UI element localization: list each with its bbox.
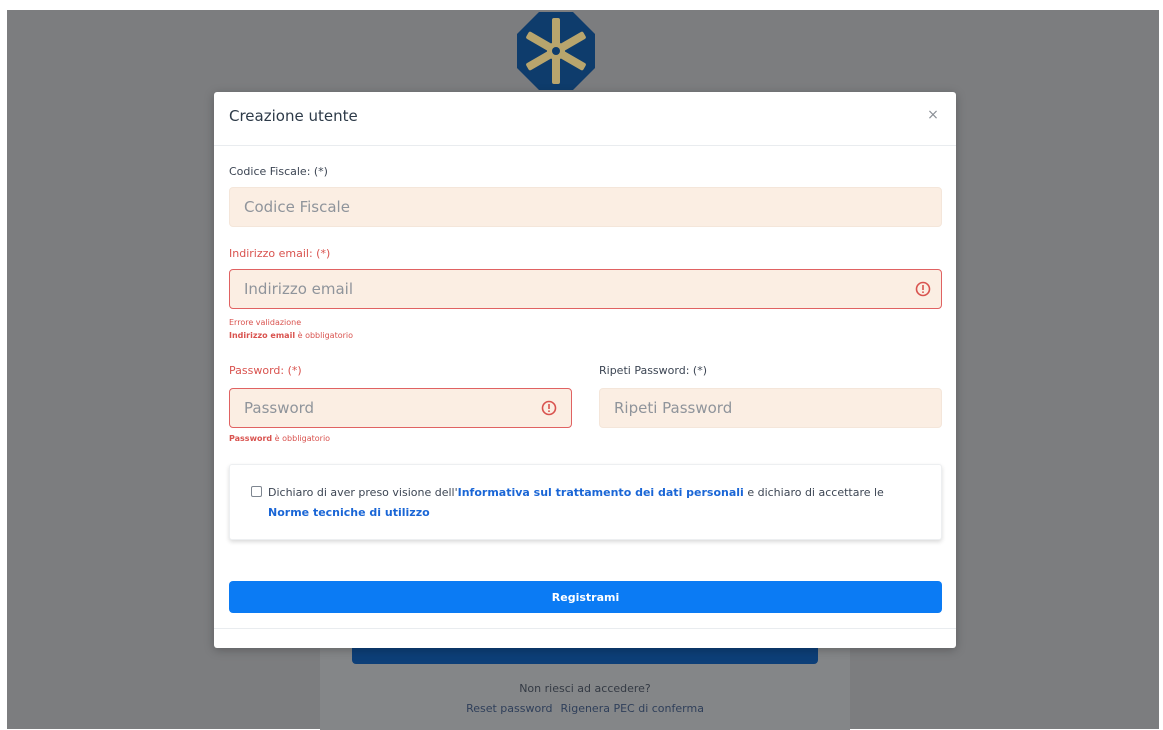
modal-header: Creazione utente × bbox=[214, 92, 956, 146]
repeat-password-input[interactable] bbox=[599, 388, 942, 428]
password-label: Password: (*) bbox=[229, 364, 302, 377]
email-label: Indirizzo email: (*) bbox=[229, 247, 331, 260]
background-login-button bbox=[352, 646, 818, 664]
modal-title: Creazione utente bbox=[229, 107, 358, 125]
register-button[interactable]: Registrami bbox=[229, 581, 942, 613]
consent-box: Dichiaro di aver preso visione dell'Info… bbox=[229, 464, 942, 540]
email-error-title: Errore validazione bbox=[229, 318, 302, 327]
consent-text: Dichiaro di aver preso visione dell'Info… bbox=[268, 486, 884, 519]
logo-icon bbox=[517, 12, 595, 90]
modal-footer-divider bbox=[214, 628, 956, 629]
email-error-icon bbox=[915, 281, 931, 297]
regenerate-pec-link: Rigenera PEC di conferma bbox=[560, 702, 704, 715]
reset-password-link: Reset password bbox=[466, 702, 553, 715]
repeat-password-label: Ripeti Password: (*) bbox=[599, 364, 707, 377]
email-input[interactable] bbox=[229, 269, 942, 309]
email-error-message: Indirizzo email è obbligatorio bbox=[229, 331, 353, 340]
privacy-policy-link[interactable]: Informativa sul trattamento dei dati per… bbox=[458, 486, 744, 499]
codice-fiscale-label: Codice Fiscale: (*) bbox=[229, 165, 328, 178]
codice-fiscale-input[interactable] bbox=[229, 187, 942, 227]
background-help-prompt: Non riesci ad accedere? bbox=[519, 682, 651, 695]
background-links: Reset password Rigenera PEC di conferma bbox=[320, 702, 850, 715]
password-error-message: Password è obbligatorio bbox=[229, 434, 331, 443]
close-icon[interactable]: × bbox=[924, 106, 942, 124]
terms-of-use-link[interactable]: Norme tecniche di utilizzo bbox=[268, 506, 430, 519]
password-input[interactable] bbox=[229, 388, 572, 428]
user-creation-modal: Creazione utente × Codice Fiscale: (*) I… bbox=[214, 92, 956, 648]
password-error-icon bbox=[541, 400, 557, 416]
consent-checkbox[interactable] bbox=[251, 486, 262, 497]
